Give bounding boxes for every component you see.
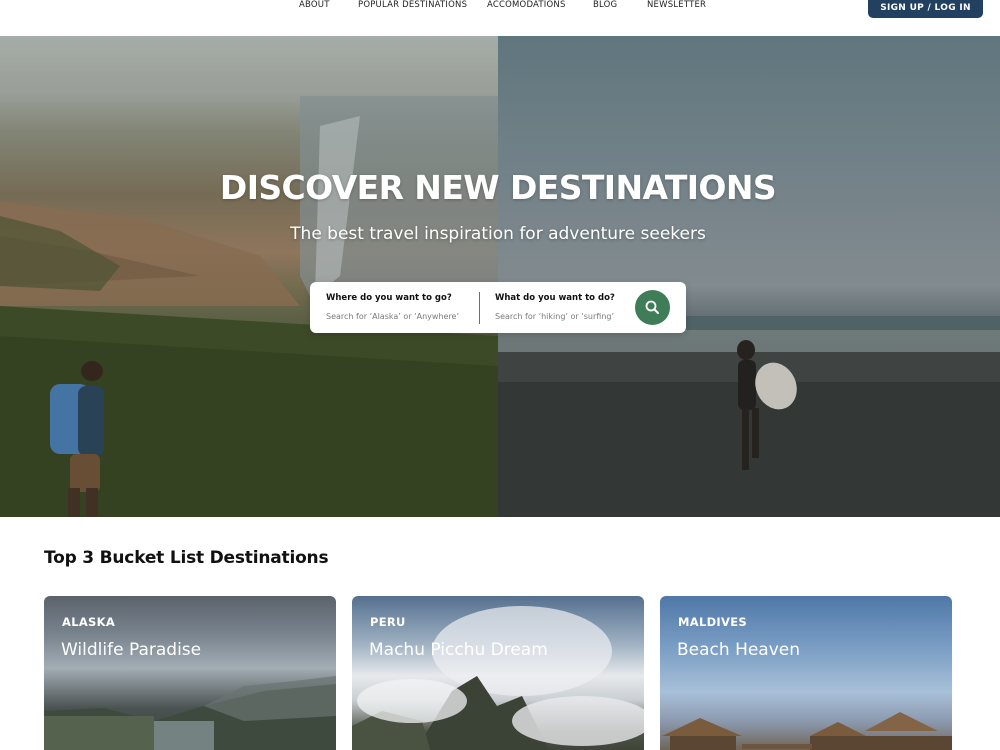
nav-link-newsletter[interactable]: NEWSLETTER <box>647 0 706 10</box>
card-country: ALASKA <box>62 615 116 629</box>
search-box: Where do you want to go? What do you wan… <box>310 282 686 333</box>
hero-title: DISCOVER NEW DESTINATIONS <box>219 168 777 207</box>
what-label: What do you want to do? <box>495 293 615 303</box>
search-icon <box>645 300 659 314</box>
card-title: Beach Heaven <box>677 640 801 660</box>
hero-dim-overlay <box>0 36 1000 517</box>
search-button[interactable] <box>635 290 670 325</box>
nav-link-about[interactable]: ABOUT <box>299 0 330 10</box>
destination-card-alaska[interactable]: ALASKA Wildlife Paradise <box>44 596 336 750</box>
card-country: MALDIVES <box>678 615 747 629</box>
signup-login-button[interactable]: SIGN UP / LOG IN <box>868 0 983 18</box>
destination-card-peru[interactable]: PERU Machu Picchu Dream <box>352 596 644 750</box>
section-title: Top 3 Bucket List Destinations <box>44 548 329 568</box>
nav-link-accomodations[interactable]: ACCOMODATIONS <box>487 0 566 10</box>
what-field: What do you want to do? <box>495 292 645 323</box>
nav-link-popular-destinations[interactable]: POPULAR DESTINATIONS <box>358 0 467 10</box>
hero-subtitle: The best travel inspiration for adventur… <box>290 224 706 244</box>
hero: DISCOVER NEW DESTINATIONS The best trave… <box>0 36 1000 517</box>
nav-link-blog[interactable]: BLOG <box>593 0 617 10</box>
search-divider <box>479 292 480 324</box>
where-label: Where do you want to go? <box>326 293 452 303</box>
nav-links: ABOUT POPULAR DESTINATIONS ACCOMODATIONS… <box>0 0 1000 12</box>
what-input[interactable] <box>495 312 645 321</box>
destination-card-maldives[interactable]: MALDIVES Beach Heaven <box>660 596 952 750</box>
card-title: Wildlife Paradise <box>61 640 202 660</box>
top-nav: ABOUT POPULAR DESTINATIONS ACCOMODATIONS… <box>0 0 1000 36</box>
card-title: Machu Picchu Dream <box>369 640 548 660</box>
where-field: Where do you want to go? <box>326 292 476 323</box>
where-input[interactable] <box>326 312 476 321</box>
card-country: PERU <box>370 615 406 629</box>
